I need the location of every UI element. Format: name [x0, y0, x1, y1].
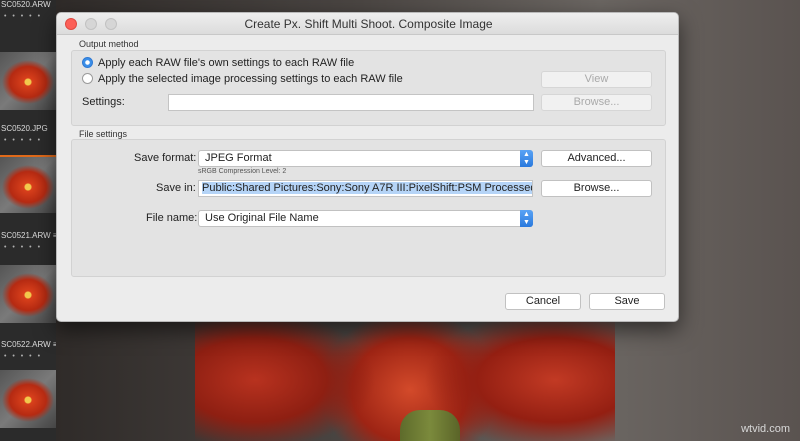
dialog-title: Create Px. Shift Multi Shoot. Composite … [244, 17, 493, 31]
save-in-label: Save in: [156, 182, 196, 194]
save-format-select[interactable]: JPEG Format ▲ ▼ [198, 150, 533, 167]
radio-unchecked-icon[interactable] [82, 73, 93, 84]
thumbnail-image-selected[interactable] [0, 155, 56, 213]
cancel-button[interactable]: Cancel [505, 293, 581, 310]
thumbnail-image[interactable] [0, 52, 56, 110]
radio-own-settings[interactable]: Apply each RAW file's own settings to ea… [82, 56, 522, 70]
output-method-label: Output method [79, 39, 139, 49]
watermark-text: wtvid.com [741, 423, 790, 435]
radio-selected-settings-label: Apply the selected image processing sett… [98, 73, 403, 85]
advanced-button[interactable]: Advanced... [541, 150, 652, 167]
composite-image-dialog: Create Px. Shift Multi Shoot. Composite … [56, 12, 679, 322]
dialog-titlebar: Create Px. Shift Multi Shoot. Composite … [57, 13, 678, 35]
radio-own-settings-label: Apply each RAW file's own settings to ea… [98, 57, 355, 69]
save-format-value: JPEG Format [205, 152, 272, 164]
file-name-value: Use Original File Name [205, 212, 319, 224]
chevron-up-down-icon: ▲ ▼ [520, 210, 533, 227]
file-name-select[interactable]: Use Original File Name ▲ ▼ [198, 210, 533, 227]
file-settings-label: File settings [79, 129, 128, 139]
save-in-path: Public:Shared Pictures:Sony:Sony A7R III… [202, 182, 532, 194]
rating-dots: • • • • • [4, 244, 43, 251]
radio-selected-settings[interactable]: Apply the selected image processing sett… [82, 72, 522, 86]
save-format-label: Save format: [134, 152, 197, 164]
thumbnail-caption: SC0521.ARW ≡ [1, 231, 56, 240]
settings-browse-button[interactable]: Browse... [541, 94, 652, 111]
minimize-window-button[interactable] [85, 18, 97, 30]
close-window-button[interactable] [65, 18, 77, 30]
chevron-up-down-icon: ▲ ▼ [520, 150, 533, 167]
rating-dots: • • • • • [4, 13, 43, 20]
thumbnail-image[interactable] [0, 265, 56, 323]
rating-dots: • • • • • [4, 353, 43, 360]
file-name-label: File name: [146, 212, 198, 224]
thumbnail-filmstrip: SC0520.ARW • • • • • SC0520.JPG • • • • … [0, 0, 56, 441]
rating-dots: • • • • • [4, 137, 43, 144]
save-in-field[interactable]: Public:Shared Pictures:Sony:Sony A7R III… [198, 180, 533, 197]
view-button[interactable]: View [541, 71, 652, 88]
settings-field[interactable] [168, 94, 534, 111]
flower-stem-image [400, 410, 460, 441]
file-settings-group: Save format: JPEG Format ▲ ▼ sRGB Compres… [71, 139, 666, 277]
save-in-browse-button[interactable]: Browse... [541, 180, 652, 197]
output-method-group: Apply each RAW file's own settings to ea… [71, 50, 666, 126]
thumbnail-image[interactable] [0, 370, 56, 428]
save-button[interactable]: Save [589, 293, 665, 310]
compression-hint: sRGB Compression Level: 2 [198, 168, 287, 175]
thumbnail-caption: SC0520.ARW [1, 0, 51, 9]
thumbnail-caption: SC0522.ARW ≡ 02/04 [1, 340, 56, 349]
zoom-window-button[interactable] [105, 18, 117, 30]
thumbnail-caption: SC0520.JPG [1, 124, 48, 133]
settings-label: Settings: [82, 96, 125, 108]
radio-checked-icon[interactable] [82, 57, 93, 68]
